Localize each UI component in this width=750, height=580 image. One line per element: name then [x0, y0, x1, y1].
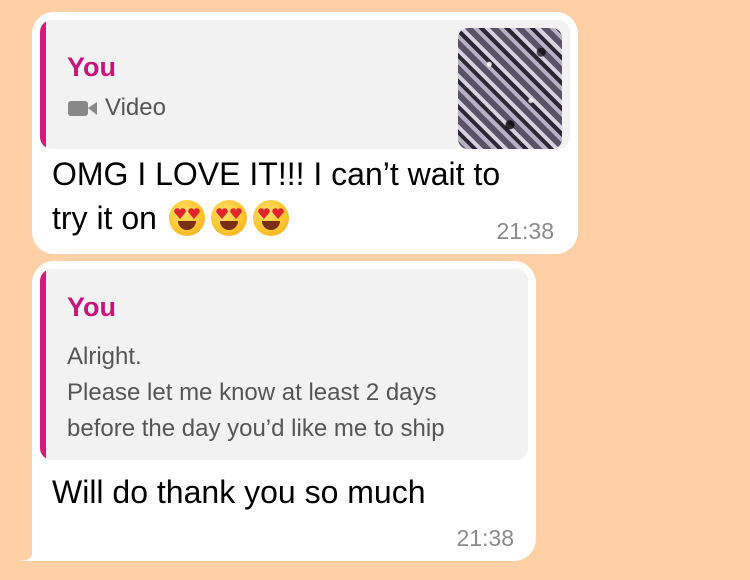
quote-sender: You: [67, 52, 116, 82]
message-text-line-2: try it on: [52, 200, 157, 236]
quoted-message-2[interactable]: You Alright. Please let me know at least…: [40, 269, 528, 460]
message-timestamp: 21:38: [496, 218, 554, 244]
heart-eyes-emoji-icon: [252, 200, 289, 236]
message-text: Will do thank you so much: [52, 474, 426, 510]
quote-text-line-2: Please let me know at least 2 days: [67, 379, 437, 406]
heart-eyes-emoji-icon: [168, 200, 205, 236]
quote-accent-bar: [40, 269, 46, 460]
quote-media-label: Video: [67, 94, 166, 122]
quote-media-type: Video: [105, 94, 166, 121]
message-bubble-2[interactable]: You Alright. Please let me know at least…: [32, 261, 536, 561]
quote-text-line-1: Alright.: [67, 343, 142, 370]
message-bubble-1[interactable]: You Video OMG I LOVE IT!!! I can’t wait …: [32, 12, 578, 254]
message-timestamp: 21:38: [456, 525, 514, 551]
quote-sender: You: [67, 292, 116, 322]
video-camera-icon: [67, 98, 99, 118]
message-text-line-2-wrap: try it on: [52, 197, 289, 239]
quote-text-line-3: before the day you’d like me to ship: [67, 415, 445, 442]
bubble-tail: [18, 533, 46, 561]
heart-eyes-emoji-icon: [210, 200, 247, 236]
video-thumbnail[interactable]: [458, 28, 562, 149]
quoted-message-1[interactable]: You Video: [40, 20, 570, 149]
message-text-line-1: OMG I LOVE IT!!! I can’t wait to: [52, 156, 501, 192]
quote-accent-bar: [40, 20, 46, 149]
